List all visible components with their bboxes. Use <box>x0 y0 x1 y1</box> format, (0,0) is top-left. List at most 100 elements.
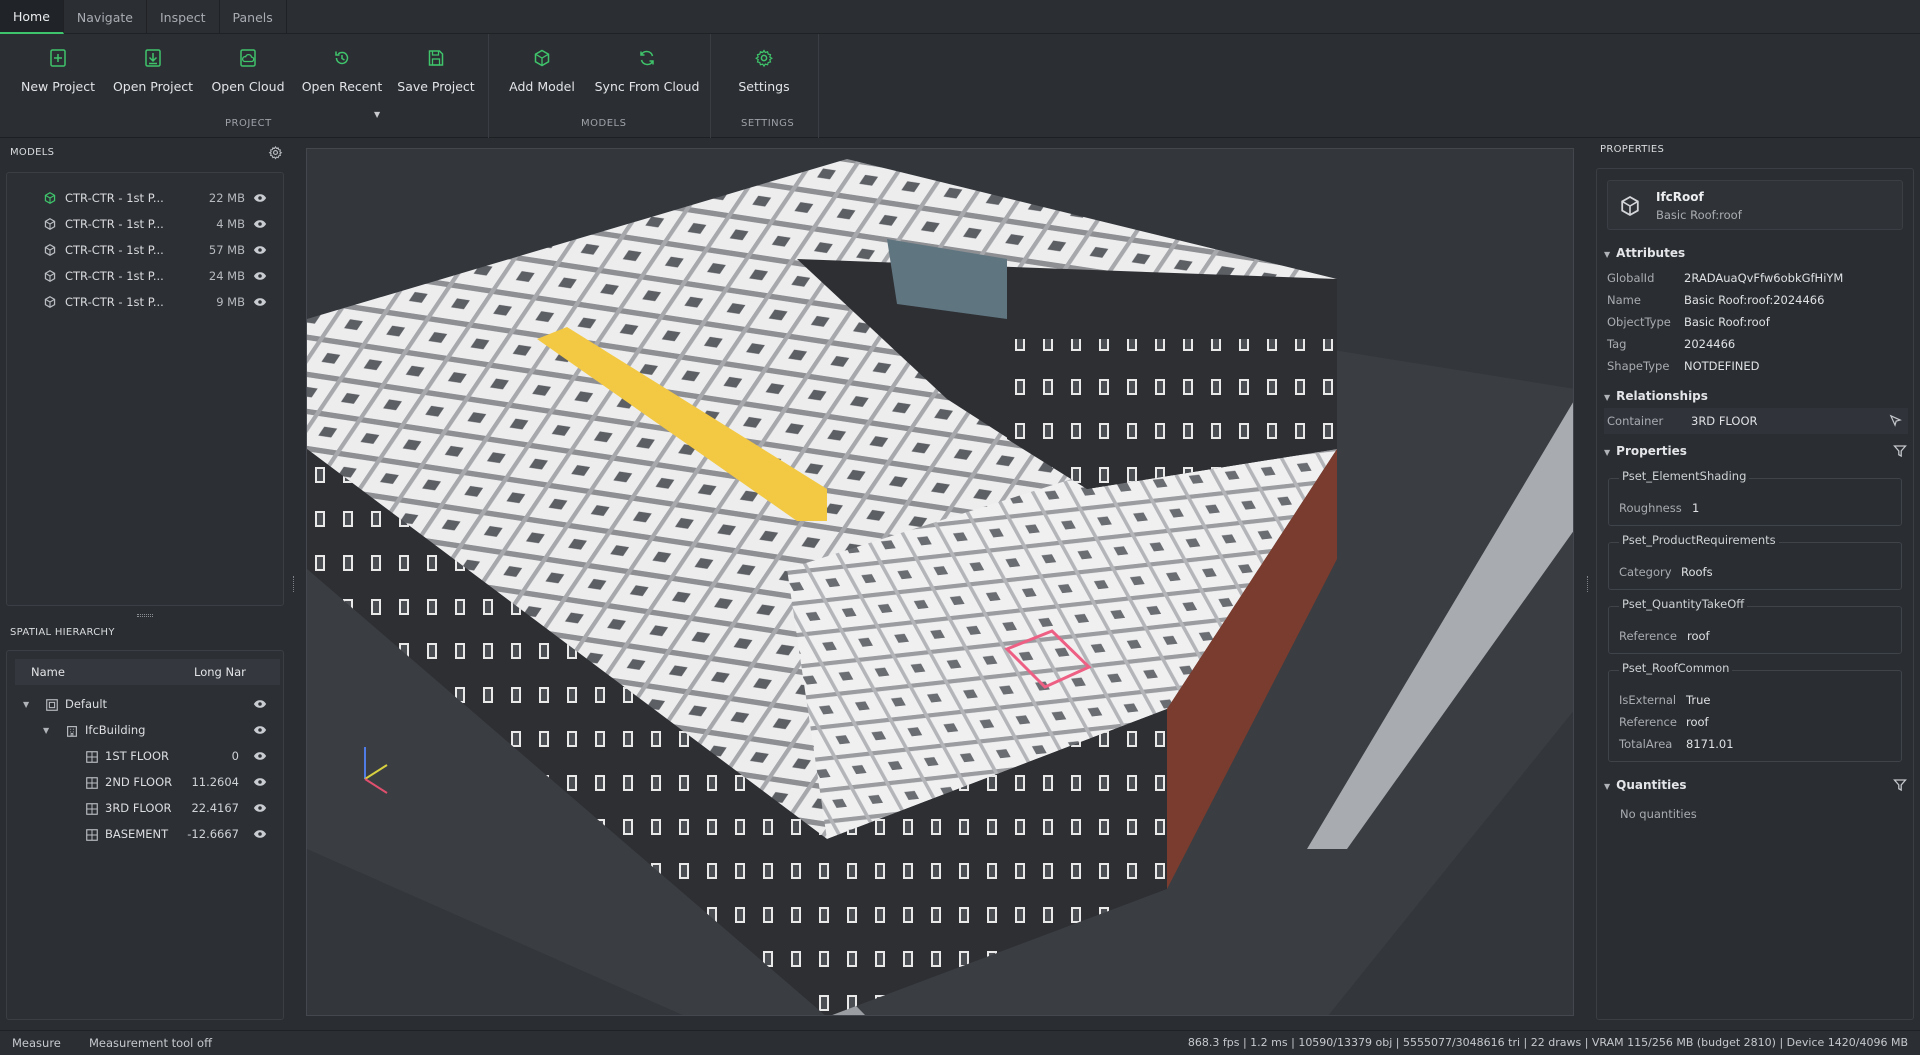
panel-resize-handle[interactable] <box>137 614 153 617</box>
model-name: CTR-CTR - 1st P... <box>65 269 164 283</box>
list-item[interactable]: CTR-CTR - 1st P... 9 MB <box>7 289 279 315</box>
eye-icon[interactable] <box>253 803 267 813</box>
building-icon <box>67 726 77 737</box>
pset-value: roof <box>1686 715 1709 729</box>
right-splitter-handle[interactable] <box>1587 576 1589 592</box>
quantities-section-header[interactable]: ▼ Quantities <box>1604 778 1687 792</box>
relationships-section-header[interactable]: ▼ Relationships <box>1604 389 1708 403</box>
attribute-value: 2RADAuaQvFfw6obkGfHiYM <box>1684 271 1844 285</box>
save-project-label: Save Project <box>397 79 475 94</box>
tree-row-default[interactable]: ▼ Default <box>7 691 277 717</box>
eye-icon[interactable] <box>253 699 267 709</box>
tree-row-floor[interactable]: 3RD FLOOR 22.4167 <box>7 795 277 821</box>
eye-icon[interactable] <box>253 777 267 787</box>
site-icon <box>46 699 58 711</box>
filter-icon[interactable] <box>1893 778 1907 792</box>
cube-icon <box>44 218 56 230</box>
open-recent-label: Open Recent <box>301 79 383 94</box>
models-settings-gear-icon[interactable] <box>268 145 283 160</box>
properties-section-header[interactable]: ▼ Properties <box>1604 444 1687 458</box>
model-size: 9 MB <box>216 295 245 309</box>
building-model-render[interactable] <box>307 149 1574 1016</box>
eye-icon[interactable] <box>253 829 267 839</box>
attribute-value: NOTDEFINED <box>1684 359 1760 373</box>
attribute-key: GlobalId <box>1607 271 1655 285</box>
ribbon-group-settings: Settings SETTINGS <box>711 34 819 138</box>
eye-icon[interactable] <box>253 271 267 281</box>
attributes-section-header[interactable]: ▼ Attributes <box>1604 246 1685 260</box>
entity-name: Basic Roof:roof <box>1656 208 1742 222</box>
tree-row-floor[interactable]: 2ND FLOOR 11.2604 <box>7 769 277 795</box>
eye-icon[interactable] <box>253 245 267 255</box>
model-name: CTR-CTR - 1st P... <box>65 217 164 231</box>
sync-from-cloud-button[interactable]: Sync From Cloud <box>595 48 699 94</box>
add-model-button[interactable]: Add Model <box>509 48 575 94</box>
open-cloud-button[interactable]: Open Cloud <box>210 48 286 94</box>
tree-row-floor[interactable]: BASEMENT -12.6667 <box>7 821 277 847</box>
spatial-hierarchy-tree: Name Long Nar ▼ Default ▼ IfcBuilding 1S… <box>6 650 284 1020</box>
tree-label: BASEMENT <box>105 827 169 841</box>
list-item[interactable]: CTR-CTR - 1st P... 4 MB <box>7 211 279 237</box>
eye-icon[interactable] <box>253 193 267 203</box>
attribute-key: Name <box>1607 293 1641 307</box>
floor-plan-icon <box>86 803 98 815</box>
cube-icon <box>1621 195 1639 217</box>
eye-icon[interactable] <box>253 219 267 229</box>
new-project-label: New Project <box>21 79 96 94</box>
pset-key: Category <box>1619 565 1672 579</box>
eye-icon[interactable] <box>253 297 267 307</box>
collapse-triangle-icon[interactable]: ▼ <box>23 700 29 709</box>
tab-inspect[interactable]: Inspect <box>147 0 220 34</box>
tree-row-floor[interactable]: 1ST FLOOR 0 <box>7 743 277 769</box>
open-cloud-label: Open Cloud <box>211 79 285 94</box>
new-project-button[interactable]: New Project <box>21 48 96 94</box>
properties-panel-title: PROPERTIES <box>1600 144 1665 155</box>
3d-viewport[interactable] <box>306 148 1574 1016</box>
tab-panels[interactable]: Panels <box>220 0 287 34</box>
floor-plan-icon <box>86 751 98 763</box>
tree-header: Name Long Nar <box>15 659 280 685</box>
chevron-down-icon[interactable]: ▼ <box>374 110 380 119</box>
filter-icon[interactable] <box>1893 444 1907 458</box>
sync-icon <box>640 50 654 66</box>
open-project-button[interactable]: Open Project <box>113 48 193 94</box>
collapse-triangle-icon: ▼ <box>1604 448 1611 457</box>
open-project-label: Open Project <box>112 79 194 94</box>
models-panel-title: MODELS <box>10 147 55 158</box>
eye-icon[interactable] <box>253 725 267 735</box>
gear-icon <box>755 49 773 68</box>
column-long-name-header[interactable]: Long Nar <box>194 665 246 679</box>
tree-label: Default <box>65 697 108 711</box>
tab-navigate[interactable]: Navigate <box>64 0 147 34</box>
relationships-title: Relationships <box>1616 389 1708 403</box>
attribute-key: Tag <box>1607 337 1627 351</box>
settings-button[interactable]: Settings <box>731 48 797 94</box>
settings-label: Settings <box>738 79 790 94</box>
open-recent-button[interactable]: Open Recent ▼ <box>300 48 384 119</box>
left-splitter-handle[interactable] <box>293 576 295 592</box>
history-icon <box>335 51 349 65</box>
tree-row-building[interactable]: ▼ IfcBuilding <box>7 717 277 743</box>
pset-value: 8171.01 <box>1686 737 1734 751</box>
list-item[interactable]: CTR-CTR - 1st P... 57 MB <box>7 237 279 263</box>
list-item[interactable]: CTR-CTR - 1st P... 22 MB <box>7 185 279 211</box>
new-file-icon <box>50 49 66 67</box>
measure-tool-label[interactable]: Measure <box>12 1036 61 1050</box>
pset-title: Pset_QuantityTakeOff <box>1619 597 1748 611</box>
pset-value: roof <box>1687 629 1710 643</box>
ribbon-toolbar: New Project Open Project Open Cloud Open… <box>0 34 1920 138</box>
attributes-title: Attributes <box>1616 246 1686 260</box>
save-project-button[interactable]: Save Project <box>397 48 475 94</box>
spatial-hierarchy-title: SPATIAL HIERARCHY <box>10 627 115 638</box>
tree-value: 11.2604 <box>191 775 239 789</box>
collapse-triangle-icon[interactable]: ▼ <box>43 726 49 735</box>
ribbon-group-models: Add Model Sync From Cloud MODELS <box>489 34 711 138</box>
list-item[interactable]: CTR-CTR - 1st P... 24 MB <box>7 263 279 289</box>
model-name: CTR-CTR - 1st P... <box>65 191 164 205</box>
column-name-header[interactable]: Name <box>31 665 65 679</box>
pset-value: Roofs <box>1681 565 1713 579</box>
tab-home[interactable]: Home <box>0 0 64 34</box>
eye-icon[interactable] <box>253 751 267 761</box>
pset-title: Pset_ElementShading <box>1619 469 1750 483</box>
select-pointer-icon[interactable] <box>1889 414 1902 427</box>
